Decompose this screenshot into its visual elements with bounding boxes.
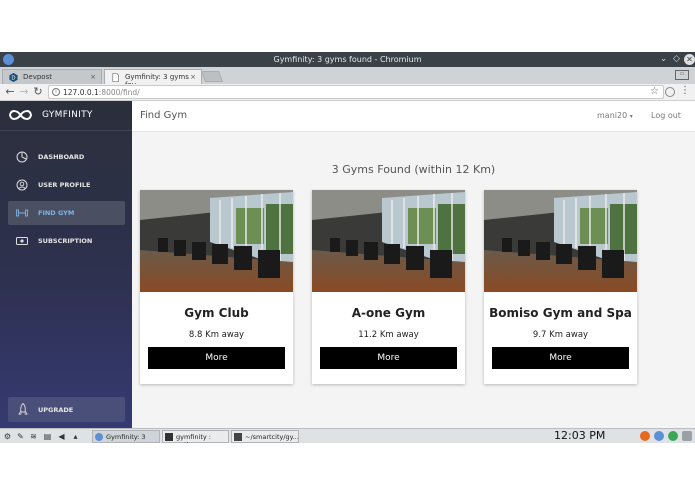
firefox-icon[interactable] <box>640 431 650 441</box>
url-host: 127.0.0.1 <box>63 88 99 97</box>
new-tab-button[interactable] <box>200 71 224 82</box>
task-label: ~/smartcity/gy... <box>245 433 299 441</box>
sidebar-item-dashboard[interactable]: DASHBOARD <box>8 145 125 169</box>
wifi-icon[interactable]: ≋ <box>29 432 38 441</box>
sidebar-item-user-profile[interactable]: USER PROFILE <box>8 173 125 197</box>
site-info-icon[interactable]: i <box>52 88 60 96</box>
gym-photo <box>484 190 637 292</box>
results-heading: 3 Gyms Found (within 12 Km) <box>331 163 496 176</box>
gym-photo <box>312 190 465 292</box>
settings-icon[interactable]: ⚙ <box>3 432 12 441</box>
back-icon[interactable]: ← <box>3 85 17 99</box>
tray-expand-icon[interactable]: ▴ <box>71 432 80 441</box>
sidebar: GYMFINITY DASHBOARD USER PROFILE FIND GY… <box>0 101 132 428</box>
maximize-icon[interactable]: ◇ <box>671 54 682 65</box>
bookmark-star-icon[interactable]: ☆ <box>650 86 659 97</box>
volume-icon[interactable]: ◀ <box>57 432 66 441</box>
profile-icon[interactable]: ▭ <box>675 70 689 80</box>
page-favicon-icon <box>112 73 120 82</box>
gym-name: Gym Club <box>184 306 249 320</box>
sidebar-item-label: USER PROFILE <box>38 181 91 189</box>
tab-label: Devpost <box>23 73 52 81</box>
upgrade-label: UPGRADE <box>38 406 74 414</box>
user-menu[interactable]: mani20 ▾ <box>597 111 633 120</box>
gym-name: A-one Gym <box>351 306 426 320</box>
gym-distance: 11.2 Km away <box>358 330 419 340</box>
rocket-icon <box>18 403 28 415</box>
extension-icon[interactable] <box>665 87 675 97</box>
close-window-icon[interactable]: ✕ <box>684 54 695 65</box>
dumbbell-icon <box>16 209 28 217</box>
gym-card: Bomiso Gym and Spa 9.7 Km away More <box>484 190 637 384</box>
ticket-icon <box>16 237 28 245</box>
forward-icon[interactable]: → <box>17 85 31 99</box>
gym-card: A-one Gym 11.2 Km away More <box>312 190 465 384</box>
taskbar: ⚙ ✎ ≋ ▤ ◀ ▴ Gymfinity: 3 gy... gymfinity… <box>0 428 695 443</box>
minimize-icon[interactable]: ⌄ <box>658 54 669 65</box>
tab-devpost[interactable]: D Devpost × <box>2 69 102 84</box>
chromium-icon <box>95 433 103 441</box>
screen: Gymfinity: 3 gyms found - Chromium ⌄ ◇ ✕… <box>0 52 695 443</box>
window-title: Gymfinity: 3 gyms found - Chromium <box>273 55 422 64</box>
url-path: :8000/find/ <box>98 88 140 97</box>
page-title: Find Gym <box>140 110 188 121</box>
upgrade-button[interactable]: UPGRADE <box>8 397 125 422</box>
clock[interactable]: 12:03 PM <box>554 429 605 442</box>
reload-icon[interactable]: ↻ <box>31 85 45 99</box>
gym-card: Gym Club 8.8 Km away More <box>140 190 293 384</box>
logout-link[interactable]: Log out <box>651 111 681 120</box>
tab-close-icon[interactable]: × <box>90 73 96 81</box>
username: mani20 <box>597 111 628 120</box>
page-header: Find Gym mani20 ▾ Log out <box>132 101 695 132</box>
devpost-favicon-icon: D <box>9 73 18 82</box>
tab-strip: D Devpost × Gymfinity: 3 gyms fou × ▭ <box>0 67 695 89</box>
terminal-icon <box>165 433 173 441</box>
sidebar-item-label: DASHBOARD <box>38 153 85 161</box>
tool-icon[interactable]: ✎ <box>16 432 25 441</box>
more-button[interactable]: More <box>320 347 457 369</box>
menu-icon[interactable]: ⋮ <box>680 85 690 96</box>
url-input[interactable]: i 127.0.0.1:8000/find/ ☆ <box>48 85 664 99</box>
more-button[interactable]: More <box>492 347 629 369</box>
task-label: gymfinity : pyth... <box>176 433 211 443</box>
brand[interactable]: GYMFINITY <box>0 101 132 131</box>
gym-photo <box>140 190 293 292</box>
clipboard-icon[interactable]: ▤ <box>43 432 52 441</box>
more-button[interactable]: More <box>148 347 285 369</box>
tab-gymfinity[interactable]: Gymfinity: 3 gyms fou × <box>104 69 202 89</box>
dashboard-icon <box>16 151 28 163</box>
chromium-tray-icon[interactable] <box>654 431 664 441</box>
window-switch-icon[interactable] <box>682 431 692 441</box>
chevron-down-icon: ▾ <box>629 113 633 120</box>
chrome-icon[interactable] <box>668 431 678 441</box>
brand-name: GYMFINITY <box>42 110 93 120</box>
svg-text:D: D <box>11 76 15 82</box>
sidebar-item-label: FIND GYM <box>38 209 75 217</box>
sidebar-item-find-gym[interactable]: FIND GYM <box>8 201 125 225</box>
task-terminal[interactable]: ~/smartcity/gy... <box>231 430 299 443</box>
window-titlebar: Gymfinity: 3 gyms found - Chromium ⌄ ◇ ✕ <box>0 52 695 67</box>
address-toolbar: ← → ↻ i 127.0.0.1:8000/find/ ☆ ⋮ <box>0 84 695 101</box>
user-icon <box>16 179 28 191</box>
gym-name: Bomiso Gym and Spa <box>489 306 632 320</box>
tab-close-icon[interactable]: × <box>190 73 196 81</box>
task-chromium[interactable]: Gymfinity: 3 gy... <box>92 430 160 443</box>
task-pycharm[interactable]: gymfinity : pyth... <box>162 430 229 443</box>
sidebar-item-subscription[interactable]: SUBSCRIPTION <box>8 229 125 253</box>
infinity-logo-icon <box>8 110 33 120</box>
gym-distance: 9.7 Km away <box>532 330 589 340</box>
terminal-icon <box>234 433 242 441</box>
gym-distance: 8.8 Km away <box>188 330 245 340</box>
task-label: Gymfinity: 3 gy... <box>106 433 146 443</box>
sidebar-item-label: SUBSCRIPTION <box>38 237 93 245</box>
